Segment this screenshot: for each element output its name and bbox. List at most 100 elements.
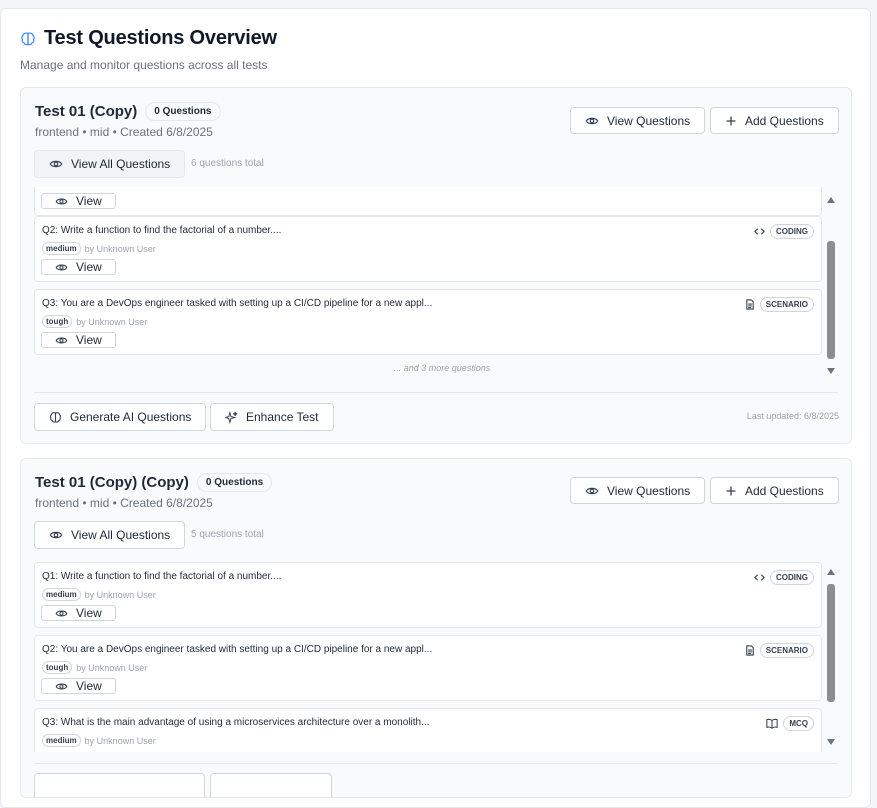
question-text: Q1: Write a function to find the factori… <box>42 571 282 582</box>
last-updated: Last updated: 6/8/2025 <box>746 411 839 421</box>
scroll-up-arrow[interactable] <box>827 569 835 575</box>
book-icon <box>766 718 778 729</box>
question-type-badge: SCENARIO <box>759 297 814 312</box>
question-count-badge: 0 Questions <box>145 102 221 121</box>
view-all-questions-label: View All Questions <box>71 528 171 542</box>
enhance-test-label: Enhance Test <box>246 410 319 424</box>
question-item: View <box>34 187 822 216</box>
card-divider <box>34 392 838 393</box>
test-title: Test 01 (Copy) (Copy) <box>35 474 189 491</box>
question-list[interactable]: View Q2: Write a function to find the fa… <box>34 187 824 374</box>
question-author: by Unknown User <box>84 243 156 254</box>
question-item: Q2: You are a DevOps engineer tasked wit… <box>34 635 822 701</box>
question-type-badge: SCENARIO <box>759 643 814 658</box>
enhance-test-button[interactable]: Enhance Test <box>210 403 334 431</box>
test-card: Test 01 (Copy) (Copy) 0 Questions fronte… <box>20 458 852 798</box>
question-author: by Unknown User <box>84 589 156 600</box>
view-question-button[interactable]: View <box>41 259 116 275</box>
scroll-up-arrow[interactable] <box>827 197 835 203</box>
test-title: Test 01 (Copy) <box>35 103 138 120</box>
question-list[interactable]: Q1: Write a function to find the factori… <box>34 562 824 752</box>
more-questions-note: ... and 3 more questions <box>393 363 491 373</box>
view-label: View <box>76 333 102 347</box>
eye-icon <box>585 117 599 124</box>
generate-ai-questions-button[interactable] <box>34 773 205 797</box>
view-label: View <box>76 679 102 693</box>
question-author: by Unknown User <box>76 316 148 327</box>
question-type-badge: CODING <box>770 570 814 585</box>
plus-icon <box>726 486 736 495</box>
question-text: Q3: What is the main advantage of using … <box>42 717 430 728</box>
eye-icon <box>55 264 68 270</box>
question-item: Q3: What is the main advantage of using … <box>34 708 822 752</box>
sparkles-icon <box>225 410 238 424</box>
question-author: by Unknown User <box>84 735 156 746</box>
difficulty-badge: medium <box>42 588 81 601</box>
question-list-scrollbar[interactable] <box>827 197 836 377</box>
add-questions-label: Add Questions <box>745 483 824 498</box>
eye-icon <box>55 198 68 204</box>
eye-icon <box>55 683 68 689</box>
enhance-test-button[interactable] <box>210 773 332 797</box>
brain-icon <box>21 31 35 45</box>
view-questions-button[interactable]: View Questions <box>570 107 706 134</box>
question-text: Q2: Write a function to find the factori… <box>42 225 282 236</box>
question-item: Q2: Write a function to find the factori… <box>34 216 822 282</box>
scroll-thumb[interactable] <box>827 584 835 702</box>
eye-icon <box>585 487 599 494</box>
view-all-questions-button[interactable]: View All Questions <box>34 521 186 549</box>
view-question-button[interactable]: View <box>41 678 116 694</box>
question-text: Q3: You are a DevOps engineer tasked wit… <box>42 298 433 309</box>
page-title: Test Questions Overview <box>44 27 277 49</box>
question-count-badge: 0 Questions <box>196 473 273 492</box>
page-header: Test Questions Overview Manage and monit… <box>20 27 277 72</box>
difficulty-badge: medium <box>42 242 81 255</box>
test-card: Test 01 (Copy) 0 Questions frontend • mi… <box>20 87 852 444</box>
view-question-button[interactable]: View <box>41 332 116 348</box>
eye-icon <box>49 160 63 168</box>
difficulty-badge: medium <box>42 734 81 747</box>
code-icon <box>754 228 765 235</box>
view-all-questions-button[interactable]: View All Questions <box>34 150 186 178</box>
page-subtitle: Manage and monitor questions across all … <box>20 58 268 72</box>
test-meta: frontend • mid • Created 6/8/2025 <box>35 125 213 139</box>
questions-total: 6 questions total <box>191 158 264 169</box>
view-label: View <box>76 194 102 208</box>
question-item: Q1: Write a function to find the factori… <box>34 562 822 628</box>
page-panel: Test Questions Overview Manage and monit… <box>0 8 871 808</box>
view-question-button[interactable]: View <box>41 605 116 621</box>
document-icon <box>746 299 754 310</box>
difficulty-badge: tough <box>42 315 73 328</box>
questions-total: 5 questions total <box>191 529 264 540</box>
view-label: View <box>76 260 102 274</box>
add-questions-label: Add Questions <box>745 113 824 128</box>
eye-icon <box>49 531 63 539</box>
generate-ai-questions-button[interactable]: Generate AI Questions <box>34 403 207 431</box>
generate-ai-label: Generate AI Questions <box>70 410 192 424</box>
question-author: by Unknown User <box>76 662 148 673</box>
difficulty-badge: tough <box>42 661 73 674</box>
view-label: View <box>76 606 102 620</box>
add-questions-button[interactable]: Add Questions <box>710 107 839 134</box>
code-icon <box>754 574 765 581</box>
scroll-down-arrow[interactable] <box>827 368 835 374</box>
scroll-thumb[interactable] <box>827 241 835 359</box>
view-questions-label: View Questions <box>607 483 691 498</box>
test-meta: frontend • mid • Created 6/8/2025 <box>35 496 213 510</box>
view-all-questions-label: View All Questions <box>71 157 171 171</box>
brain-icon <box>49 411 62 423</box>
view-question-button[interactable]: View <box>41 193 116 209</box>
add-questions-button[interactable]: Add Questions <box>710 477 839 504</box>
card-divider <box>34 763 838 764</box>
question-text: Q2: You are a DevOps engineer tasked wit… <box>42 644 433 655</box>
scroll-down-arrow[interactable] <box>827 739 835 745</box>
question-list-scrollbar[interactable] <box>827 569 836 749</box>
eye-icon <box>55 610 68 616</box>
view-questions-label: View Questions <box>607 113 691 128</box>
question-type-badge: CODING <box>770 224 814 239</box>
plus-icon <box>726 116 736 125</box>
view-questions-button[interactable]: View Questions <box>570 477 706 504</box>
question-item: Q3: You are a DevOps engineer tasked wit… <box>34 289 822 355</box>
question-type-badge: MCQ <box>783 716 814 731</box>
document-icon <box>746 645 754 656</box>
